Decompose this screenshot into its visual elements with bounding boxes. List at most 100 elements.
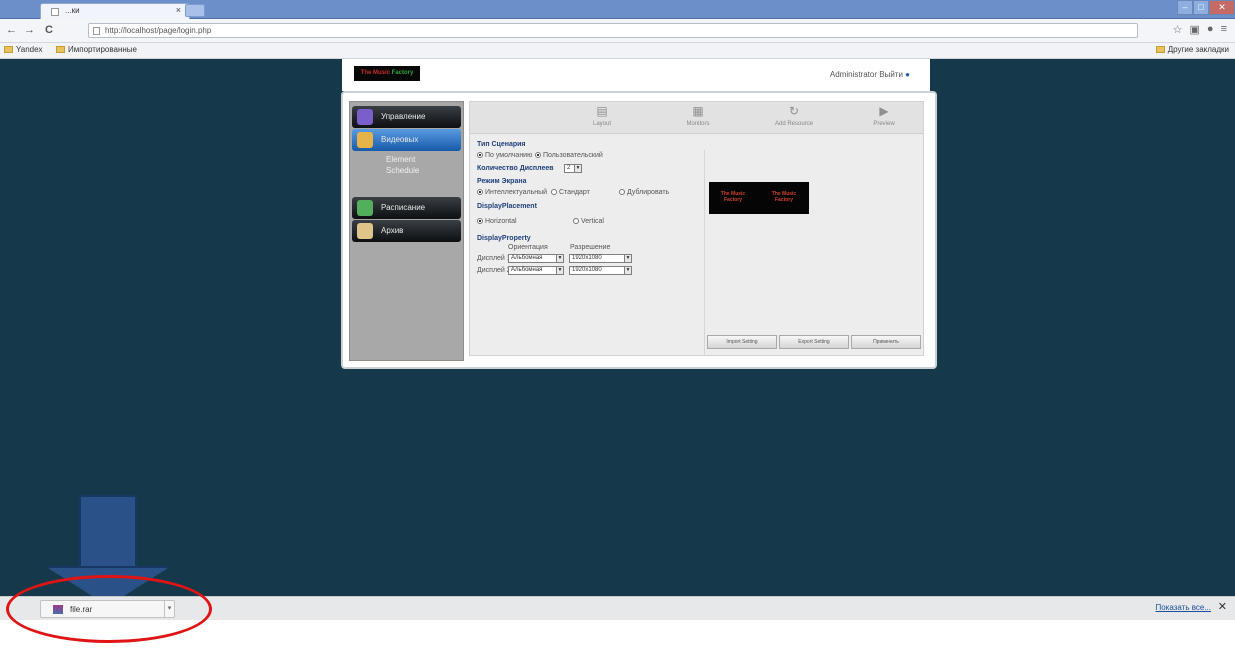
browser-tab[interactable]: ...ки × [40,3,190,19]
select-value: Альбомная [511,267,543,273]
sidebar-item-label: Управление [381,112,426,121]
select-value: 1920x1080 [572,255,602,261]
radio-icon [573,218,579,225]
apply-button[interactable]: Применить [851,335,921,349]
page-icon [93,27,100,35]
placement-horizontal-radio[interactable]: Horizontal [477,218,517,225]
sidebar-item-label: Архив [381,226,404,235]
displays-select[interactable]: 2 ▼ [564,164,582,173]
radio-label: Стандарт [559,189,590,196]
chevron-down-icon[interactable]: ▼ [574,164,582,173]
back-button[interactable]: ← [6,24,17,36]
mode-standard-radio[interactable]: Стандарт [551,189,590,196]
mode-smart-radio[interactable]: Интеллектуальный [477,189,547,196]
close-window-button[interactable]: ✕ [1209,0,1235,15]
preview-logo: The Music Factory [720,191,746,203]
resolution-column-label: Разрешение [570,244,611,251]
add-resource-button[interactable]: ↻ Add Resource [764,104,824,128]
display-1-resolution-select[interactable]: 1920x1080 ▼ [569,254,632,263]
annotation-arrow-shaft [79,495,137,568]
url-text: http://localhost/page/login.php [105,26,212,35]
radio-label: Пользовательский [543,152,603,159]
logout-link[interactable]: Выйти [879,70,903,79]
export-setting-button[interactable]: Export Setting [779,335,849,349]
tool-label: Add Resource [774,121,814,127]
star-icon[interactable]: ☆ [1173,23,1183,36]
preview-actions: Import Setting Export Setting Применить [705,335,923,349]
minimize-button[interactable]: – [1177,0,1193,15]
radio-icon [477,152,483,159]
preview-logo: The Music Factory [771,191,797,203]
radio-label: По умолчанию [485,152,533,159]
play-icon: ▶ [879,104,889,118]
content-area: ▤ Layout ▦ Monitors ↻ Add Resource ▶ Pre… [469,101,924,356]
select-value: 2 [567,165,571,171]
radio-icon [551,189,557,196]
chevron-down-icon[interactable]: ▼ [624,266,632,275]
placement-vertical-radio[interactable]: Vertical [573,218,604,225]
mode-heading: Режим Экрана [477,178,527,185]
bookmark-folder[interactable]: Импортированные [56,45,137,54]
bookmarks-bar: Yandex Импортированные Другие закладки [0,43,1235,59]
bookmark-label: Yandex [16,45,43,54]
refresh-icon: ↻ [788,104,800,118]
chevron-down-icon[interactable]: ▼ [556,254,564,263]
display-2-label: Дисплей 2 [477,267,511,274]
chevron-down-icon[interactable]: ▼ [624,254,632,263]
sidebar-item-schedule[interactable]: Расписание [352,197,461,219]
schedule-icon [357,200,373,216]
scenario-default-radio[interactable]: По умолчанию [477,152,532,159]
layout-button[interactable]: ▤ Layout [572,104,632,128]
mode-duplicate-radio[interactable]: Дублировать [619,189,669,196]
import-setting-button[interactable]: Import Setting [707,335,777,349]
management-icon [357,109,373,125]
sidebar-item-archive[interactable]: Архив [352,220,461,242]
orientation-column-label: Ориентация [508,244,548,251]
close-shelf-icon[interactable]: ✕ [1218,600,1227,613]
screenshot: ...ки × – □ ✕ ← → C http://localhost/pag… [0,0,1235,650]
display-1-orientation-select[interactable]: Альбомная ▼ [508,254,564,263]
extension-icon[interactable]: ▣ [1190,23,1200,36]
annotation-circle [6,575,212,643]
placement-heading: DisplayPlacement [477,203,537,210]
radio-label: Дублировать [627,189,670,196]
bookmark-label: Импортированные [68,45,137,54]
monitors-button[interactable]: ▦ Monitors [668,104,728,128]
app-panel: Управление Видеовых Element Schedule Рас… [341,91,937,369]
folder-icon [4,46,13,53]
bookmark-label: Другие закладки [1167,45,1229,54]
chevron-down-icon[interactable]: ▼ [556,266,564,275]
display-2-orientation-select[interactable]: Альбомная ▼ [508,266,564,275]
sidebar: Управление Видеовых Element Schedule Рас… [349,101,464,361]
sidebar-item-management[interactable]: Управление [352,106,461,128]
menu-icon[interactable]: ≡ [1221,23,1227,36]
radio-label: Horizontal [485,218,517,225]
other-bookmarks[interactable]: Другие закладки [1155,45,1229,54]
close-tab-icon[interactable]: × [176,5,181,15]
sidebar-item-video[interactable]: Видеовых [352,129,461,151]
preview-button[interactable]: ▶ Preview [854,104,914,128]
monitor-icon: ▦ [692,104,704,118]
maximize-button[interactable]: □ [1193,0,1209,15]
display-preview: The Music Factory The Music Factory Impo… [704,150,922,355]
new-tab-button[interactable] [185,4,205,17]
sub-item-schedule[interactable]: Schedule [386,166,419,175]
reload-button[interactable]: C [45,24,53,36]
extension-icon[interactable]: ● [1207,23,1214,36]
preview-image: The Music Factory The Music Factory [709,182,809,214]
layout-icon: ▤ [596,104,608,118]
browser-toolbar: ← → C http://localhost/page/login.php ☆ … [0,19,1235,43]
forward-button[interactable]: → [24,24,35,36]
bookmark-folder[interactable]: Yandex [4,45,43,54]
page-icon [51,8,59,16]
tab-title: ...ки [65,6,80,15]
address-bar[interactable]: http://localhost/page/login.php [88,23,1138,38]
sub-item-element[interactable]: Element [386,155,415,164]
display-2-resolution-select[interactable]: 1920x1080 ▼ [569,266,632,275]
page-viewport: The Music Factory Administrator Выйти ● … [0,59,1235,596]
logout-icon[interactable]: ● [905,70,910,79]
scenario-heading: Тип Сценария [477,141,526,148]
show-all-downloads-link[interactable]: Показать все... [1155,603,1211,612]
tab-strip: ...ки × – □ ✕ [0,0,1235,19]
scenario-custom-radio[interactable]: Пользовательский [535,152,603,159]
